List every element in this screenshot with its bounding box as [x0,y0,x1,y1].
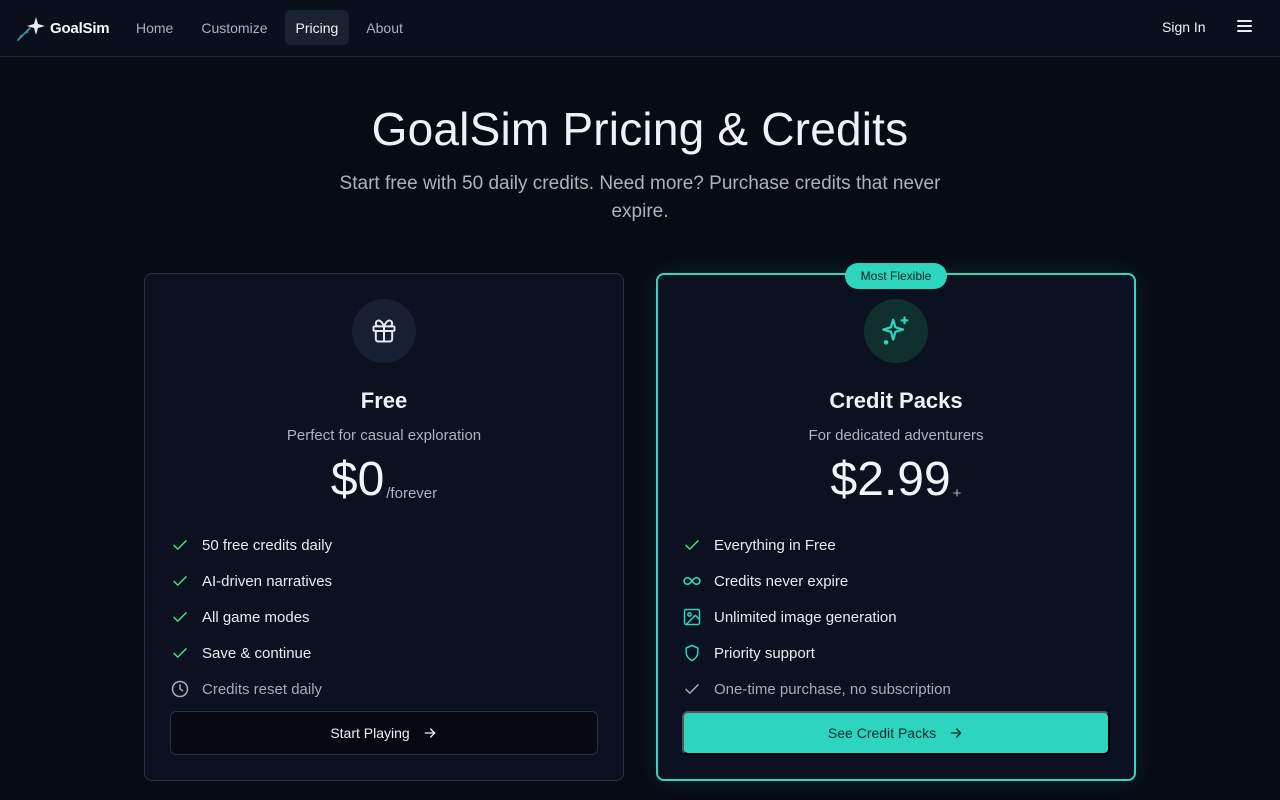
list-item: AI-driven narratives [170,563,332,599]
free-plan-icon-circle [352,299,416,363]
credit-packs-desc: For dedicated adventurers [808,427,984,444]
feature-text: Credits never expire [714,572,849,590]
free-plan-price: $0 [330,453,385,506]
credit-packs-icon-circle [864,299,928,363]
button-label: See Credit Packs [827,725,937,741]
free-plan-price-suffix: /forever [386,485,438,502]
most-flexible-badge: Most Flexible [845,263,947,289]
check-icon [170,643,190,663]
free-plan-card: Free Perfect for casual exploration $0 /… [144,273,624,781]
list-item: All game modes [170,599,332,635]
feature-text: All game modes [202,608,310,626]
feature-text: Credits reset daily [202,680,323,698]
list-item: One-time purchase, no subscription [682,671,951,707]
gift-icon [372,319,396,343]
free-plan-desc: Perfect for casual exploration [286,427,482,444]
feature-text: AI-driven narratives [202,572,333,590]
credit-packs-features: Everything in Free Credits never expire … [682,527,951,707]
credit-packs-card: Credit Packs For dedicated adventurers $… [656,273,1136,781]
check-icon [682,679,702,699]
credit-packs-name: Credit Packs [829,388,963,413]
credit-packs-price-row: $2.99 + [658,452,1134,508]
start-playing-button[interactable]: Start Playing [170,711,598,755]
nav-link-home[interactable]: Home [125,10,184,45]
see-credit-packs-button[interactable]: See Credit Packs [682,711,1110,755]
logo[interactable]: GoalSim [16,14,110,42]
clock-icon [170,679,190,699]
sparkle-logo-icon [17,17,45,41]
check-icon [170,535,190,555]
nav-links: Home Customize Pricing About [125,10,420,45]
button-label: Start Playing [330,725,410,741]
check-icon [682,535,702,555]
infinity-icon [682,571,702,591]
list-item: Credits never expire [682,563,951,599]
nav-link-customize[interactable]: Customize [190,10,278,45]
top-nav: GoalSim Home Customize Pricing About Sig… [0,0,1280,57]
list-item: Save & continue [170,635,332,671]
free-plan-name: Free [360,388,408,413]
credit-packs-price-suffix: + [952,485,962,502]
nav-link-pricing[interactable]: Pricing [284,10,350,45]
check-icon [170,607,190,627]
sign-in-link[interactable]: Sign In [1162,19,1206,35]
feature-text: One-time purchase, no subscription [714,680,951,698]
arrow-right-icon [424,728,436,738]
free-plan-features: 50 free credits daily AI-driven narrativ… [170,527,332,707]
feature-text: Priority support [714,644,815,662]
sparkles-icon [882,316,909,345]
feature-text: Unlimited image generation [714,608,897,626]
check-icon [170,571,190,591]
list-item: 50 free credits daily [170,527,332,563]
page-title: GoalSim Pricing & Credits [371,103,909,155]
feature-text: Everything in Free [714,536,836,554]
feature-text: 50 free credits daily [202,536,333,554]
image-icon [682,607,702,627]
nav-link-about[interactable]: About [355,10,414,45]
credit-packs-price: $2.99 [830,453,951,506]
hamburger-menu-icon[interactable] [1237,20,1252,36]
list-item: Unlimited image generation [682,599,951,635]
page-subtitle: Start free with 50 daily credits. Need m… [339,173,941,222]
list-item: Priority support [682,635,951,671]
shield-icon [682,643,702,663]
feature-text: Save & continue [202,644,312,662]
list-item: Credits reset daily [170,671,332,707]
logo-text: GoalSim [50,19,110,37]
arrow-right-icon [950,728,962,738]
list-item: Everything in Free [682,527,951,563]
free-plan-price-row: $0 /forever [145,452,623,508]
